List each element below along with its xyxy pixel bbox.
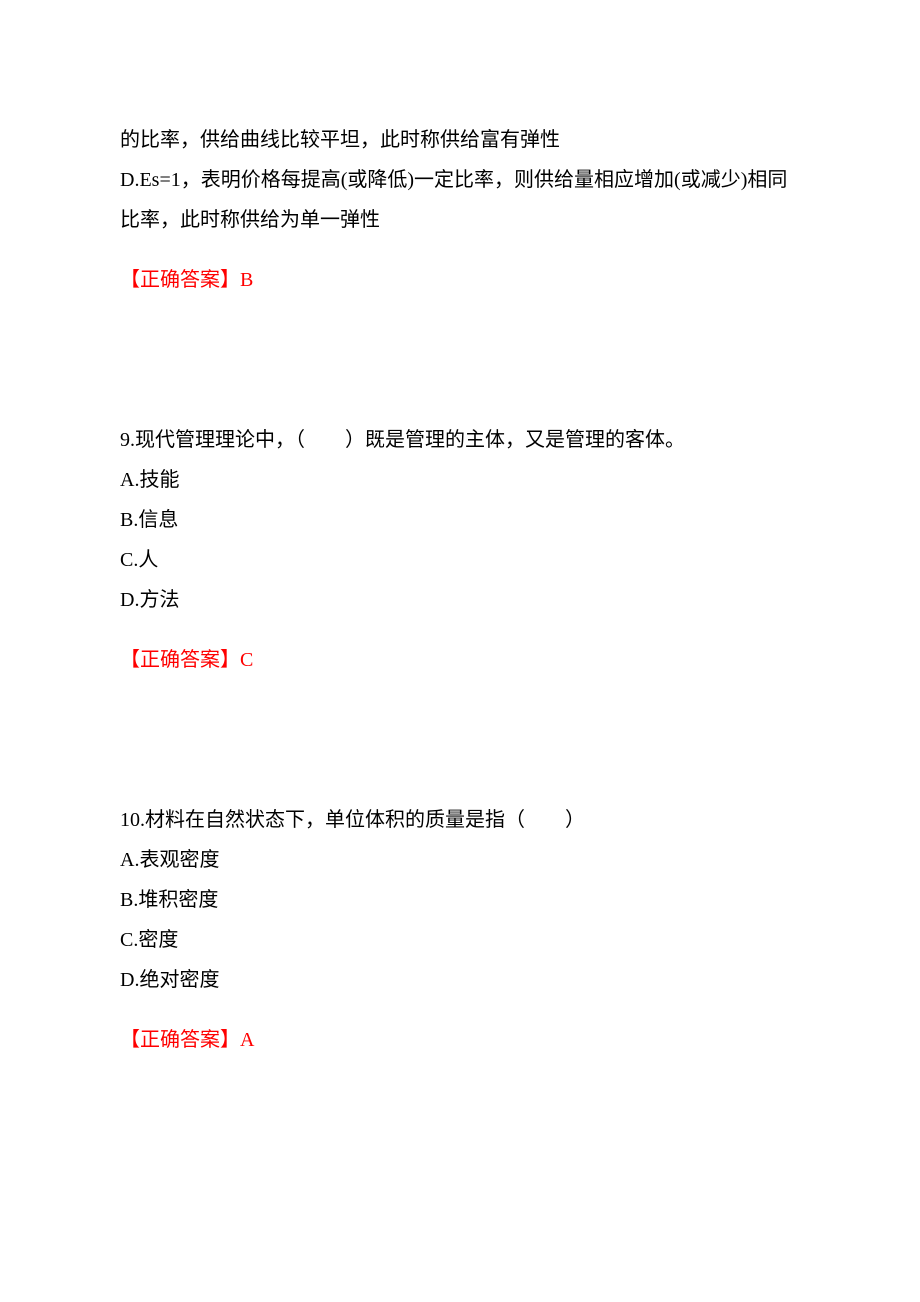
question-stem: 10.材料在自然状态下，单位体积的质量是指（ ） <box>120 800 800 840</box>
answer-line-9: 【正确答案】C <box>120 640 800 680</box>
answer-value: B <box>240 269 253 291</box>
option-d: D.方法 <box>120 580 800 620</box>
question-9: 9.现代管理理论中，（ ）既是管理的主体，又是管理的客体。 A.技能 B.信息 … <box>120 420 800 620</box>
option-c-continuation: 的比率，供给曲线比较平坦，此时称供给富有弹性 <box>120 120 800 160</box>
question-8-fragment: 的比率，供给曲线比较平坦，此时称供给富有弹性 D.Es=1，表明价格每提高(或降… <box>120 120 800 240</box>
option-a: A.表观密度 <box>120 840 800 880</box>
document-page: 的比率，供给曲线比较平坦，此时称供给富有弹性 D.Es=1，表明价格每提高(或降… <box>0 0 920 1302</box>
answer-line-10: 【正确答案】A <box>120 1020 800 1060</box>
answer-value: C <box>240 649 253 671</box>
question-10: 10.材料在自然状态下，单位体积的质量是指（ ） A.表观密度 B.堆积密度 C… <box>120 800 800 1000</box>
answer-label: 【正确答案】 <box>120 649 240 671</box>
option-c: C.密度 <box>120 920 800 960</box>
option-b: B.堆积密度 <box>120 880 800 920</box>
option-a: A.技能 <box>120 460 800 500</box>
answer-value: A <box>240 1029 254 1051</box>
spacer <box>120 300 800 420</box>
spacer <box>120 680 800 800</box>
answer-line-8: 【正确答案】B <box>120 260 800 300</box>
option-c: C.人 <box>120 540 800 580</box>
option-b: B.信息 <box>120 500 800 540</box>
question-stem: 9.现代管理理论中，（ ）既是管理的主体，又是管理的客体。 <box>120 420 800 460</box>
option-d: D.绝对密度 <box>120 960 800 1000</box>
answer-label: 【正确答案】 <box>120 1029 240 1051</box>
option-d: D.Es=1，表明价格每提高(或降低)一定比率，则供给量相应增加(或减少)相同比… <box>120 160 800 240</box>
answer-label: 【正确答案】 <box>120 269 240 291</box>
